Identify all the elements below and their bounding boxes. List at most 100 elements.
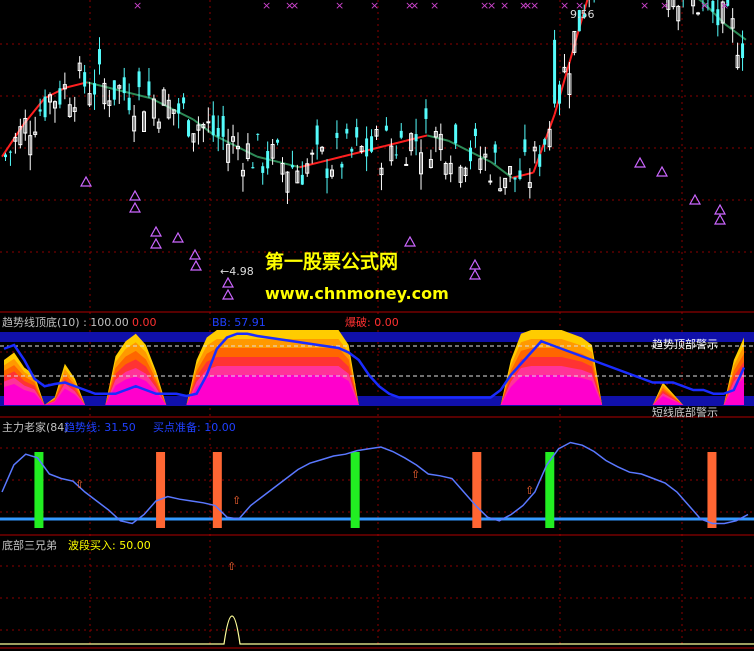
candle-body (355, 127, 359, 138)
candle-body (266, 151, 270, 169)
marker-x: × (430, 0, 439, 12)
indicator-label: 主力老家(84) (2, 420, 69, 434)
candle-body (370, 136, 374, 152)
candle-body (384, 125, 388, 131)
candle-body (716, 9, 720, 26)
buy-arrow: ⇧ (75, 478, 84, 491)
price-annotation: 9.56 (570, 8, 595, 21)
candle-body (251, 167, 255, 169)
marker-x: × (560, 0, 569, 12)
indicator-label: 买点准备: 10.00 (153, 420, 236, 434)
candle-body (404, 163, 409, 166)
marker-x: × (290, 0, 299, 12)
price-annotation: ←4.98 (220, 265, 254, 278)
candle-body (365, 138, 369, 157)
candle-body (399, 130, 403, 138)
candle-body (206, 121, 211, 124)
candle-body (493, 144, 497, 153)
marker-x: × (660, 0, 669, 12)
candle-body (4, 154, 7, 158)
candle-body (454, 124, 458, 144)
indicator-label: BB: 57.91 (212, 316, 266, 329)
candle-body (488, 180, 493, 183)
marker-x: × (700, 0, 709, 12)
candle-body (473, 128, 477, 137)
marker-x: × (410, 0, 419, 12)
marker-x: × (720, 0, 729, 12)
marker-x: × (640, 0, 649, 12)
candle-body (83, 72, 87, 87)
candle-body (711, 0, 715, 12)
signal-bar (472, 452, 482, 528)
candle-body (177, 103, 181, 114)
top-band (0, 332, 754, 342)
watermark-title: 第一股票公式网 (265, 250, 398, 273)
candle-body (261, 166, 265, 173)
watermark-url: www.chnmoney.com (265, 284, 449, 303)
candle-body (335, 132, 339, 138)
candle-body (325, 168, 329, 179)
candle-body (340, 163, 344, 168)
candle-body (211, 115, 215, 136)
indicator-label: 底部三兄弟 (2, 538, 57, 552)
candle-body (97, 49, 101, 65)
signal-bar (545, 452, 555, 528)
candle-body (38, 109, 42, 112)
candle-body (414, 134, 418, 142)
candle-body (8, 151, 12, 153)
candle-body (315, 125, 319, 145)
candle-body (468, 147, 472, 162)
candle-body (182, 97, 186, 104)
marker-x: × (487, 0, 496, 12)
candle-body (112, 80, 116, 100)
candle-body (290, 165, 294, 168)
candle-body (300, 174, 304, 185)
candle-body (137, 71, 141, 88)
marker-x: × (133, 0, 142, 12)
buy-arrow: ⇧ (232, 494, 241, 507)
candle-body (513, 177, 517, 180)
indicator-label: 爆破: 0.00 (345, 315, 399, 329)
candle-body (424, 108, 428, 119)
signal-label-bottom: 短线底部警示 (652, 405, 718, 419)
candle-body (558, 84, 562, 104)
candle-body (122, 77, 126, 94)
signal-bar (707, 452, 717, 528)
candle-body (518, 170, 522, 180)
candle-body (523, 139, 527, 153)
candle-body (127, 97, 131, 111)
candle-body (187, 120, 191, 137)
marker-x: × (370, 0, 379, 12)
signal-bar (156, 452, 166, 528)
signal-bar (212, 452, 222, 528)
indicator-label: 0.00 (132, 316, 157, 329)
candle-body (310, 152, 315, 155)
candle-body (43, 96, 47, 118)
buy-arrow: ⇧ (227, 560, 236, 573)
indicator-label: 波段买入: 50.00 (68, 538, 151, 552)
marker-x: × (335, 0, 344, 12)
candle-body (256, 133, 260, 135)
signal-label-top: 趋势顶部警示 (652, 337, 718, 351)
signal-bar (350, 452, 360, 528)
candle-body (543, 139, 547, 145)
indicator-label: 趋势线: 31.50 (64, 420, 136, 434)
candle-body (58, 88, 62, 105)
candle-body (350, 148, 354, 152)
candle-body (93, 83, 97, 95)
stock-chart: × × ×× × × ×× × ×× × ××× × × × × × ×9.56←4.98 趋势线顶底(10)… (0, 0, 754, 651)
candle-body (553, 39, 557, 104)
indicator-label: 趋势线顶底(10) : 100.00 (2, 315, 129, 329)
candle-body (276, 139, 280, 143)
candle-body (741, 43, 745, 59)
candle-body (538, 154, 542, 167)
marker-x: × (530, 0, 539, 12)
candle-body (221, 116, 225, 137)
candle-body (147, 81, 151, 96)
buy-arrow: ⇧ (411, 468, 420, 481)
marker-x: × (500, 0, 509, 12)
marker-x: × (262, 0, 271, 12)
candle-body (345, 128, 349, 134)
candle-body (394, 154, 398, 156)
buy-arrow: ⇧ (525, 484, 534, 497)
